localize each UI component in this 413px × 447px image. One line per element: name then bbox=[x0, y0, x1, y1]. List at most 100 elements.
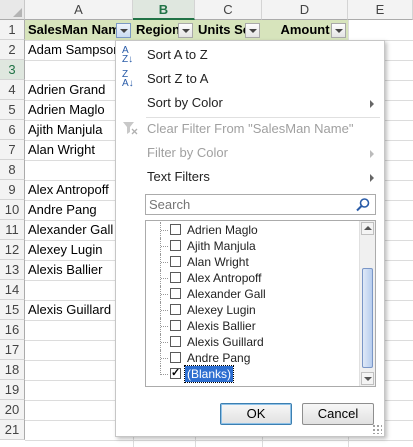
list-item[interactable]: Alexey Lugin bbox=[146, 302, 359, 318]
row-header-20[interactable]: 20 bbox=[0, 400, 25, 420]
checkbox[interactable] bbox=[170, 256, 181, 267]
row-header-9[interactable]: 9 bbox=[0, 180, 25, 200]
list-item-label: Ajith Manjula bbox=[187, 239, 256, 253]
ok-button[interactable]: OK bbox=[220, 403, 292, 425]
gridline bbox=[25, 440, 413, 441]
filter-dropdown-units-sold[interactable] bbox=[245, 23, 260, 38]
filter-value-list: Adrien Maglo Ajith Manjula Alan Wright A… bbox=[145, 220, 376, 387]
row-header-1[interactable]: 1 bbox=[0, 20, 25, 40]
list-item-label: Adrien Maglo bbox=[187, 223, 258, 237]
checkbox[interactable] bbox=[170, 336, 181, 347]
tree-line bbox=[160, 254, 169, 270]
row-header-21[interactable]: 21 bbox=[0, 420, 25, 440]
checkbox[interactable] bbox=[170, 240, 181, 251]
filter-dropdown-salesman-name[interactable] bbox=[116, 23, 131, 38]
filter-dropdown-amount[interactable] bbox=[331, 23, 346, 38]
clear-filter-item[interactable]: Clear Filter From "SalesMan Name" bbox=[116, 117, 384, 141]
sort-descending-icon: Z A↓ bbox=[122, 69, 134, 89]
list-item[interactable]: Adrien Maglo bbox=[146, 222, 359, 238]
row-header-16[interactable]: 16 bbox=[0, 320, 25, 340]
row-header-6[interactable]: 6 bbox=[0, 120, 25, 140]
list-item[interactable]: Alexis Ballier bbox=[146, 318, 359, 334]
column-header-c[interactable]: C bbox=[195, 0, 262, 20]
scroll-thumb[interactable] bbox=[362, 268, 373, 368]
tree-line bbox=[160, 302, 169, 318]
list-item-label: Alexis Ballier bbox=[187, 319, 256, 333]
row-header-5[interactable]: 5 bbox=[0, 100, 25, 120]
tree-line bbox=[160, 318, 169, 334]
list-item-label: Andre Pang bbox=[187, 351, 251, 365]
checkbox[interactable] bbox=[170, 272, 181, 283]
magnifier-icon[interactable] bbox=[355, 197, 371, 213]
sort-a-to-z-label: Sort A to Z bbox=[147, 47, 208, 62]
list-item[interactable]: Ajith Manjula bbox=[146, 238, 359, 254]
filter-by-color-item[interactable]: Filter by Color bbox=[116, 141, 384, 165]
scroll-down-arrow-icon[interactable] bbox=[361, 372, 374, 385]
checkbox-checked[interactable]: ✓ bbox=[170, 368, 181, 379]
column-header-e[interactable]: E bbox=[348, 0, 413, 20]
checkbox[interactable] bbox=[170, 224, 181, 235]
row-header-14[interactable]: 14 bbox=[0, 280, 25, 300]
column-header-a[interactable]: A bbox=[25, 0, 133, 20]
tree-line bbox=[160, 286, 169, 302]
row-header-4[interactable]: 4 bbox=[0, 80, 25, 100]
tree-line bbox=[160, 270, 169, 286]
checkbox[interactable] bbox=[170, 304, 181, 315]
row-header-10[interactable]: 10 bbox=[0, 200, 25, 220]
row-header-11[interactable]: 11 bbox=[0, 220, 25, 240]
list-item-label: Alex Antropoff bbox=[187, 271, 262, 285]
filter-by-color-label: Filter by Color bbox=[147, 145, 228, 160]
checkbox[interactable] bbox=[170, 320, 181, 331]
scroll-up-arrow-icon[interactable] bbox=[361, 222, 374, 235]
row-header-15[interactable]: 15 bbox=[0, 300, 25, 320]
list-item-label: Alexander Gall bbox=[187, 287, 266, 301]
column-header-d[interactable]: D bbox=[262, 0, 348, 20]
resize-grip-icon[interactable] bbox=[372, 424, 382, 434]
list-item-label: Alexey Lugin bbox=[187, 303, 256, 317]
sort-by-color-item[interactable]: Sort by Color bbox=[116, 91, 384, 115]
checkbox[interactable] bbox=[170, 288, 181, 299]
row-header-19[interactable]: 19 bbox=[0, 380, 25, 400]
row-header-12[interactable]: 12 bbox=[0, 240, 25, 260]
submenu-arrow-icon bbox=[370, 150, 374, 158]
row-header-2[interactable]: 2 bbox=[0, 40, 25, 60]
autofilter-menu: A Z↓ Sort A to Z Z A↓ Sort Z to A Sort by … bbox=[115, 40, 385, 437]
text-filters-label: Text Filters bbox=[147, 169, 210, 184]
row-header-3[interactable]: 3 bbox=[0, 60, 25, 80]
text-filters-item[interactable]: Text Filters bbox=[116, 165, 384, 189]
clear-filter-label: Clear Filter From "SalesMan Name" bbox=[147, 121, 354, 136]
row-header-7[interactable]: 7 bbox=[0, 140, 25, 160]
submenu-arrow-icon bbox=[370, 174, 374, 182]
row-header-13[interactable]: 13 bbox=[0, 260, 25, 280]
row-header-8[interactable]: 8 bbox=[0, 160, 25, 180]
filter-search-box[interactable] bbox=[145, 194, 376, 215]
row-header-18[interactable]: 18 bbox=[0, 360, 25, 380]
list-item[interactable]: Alan Wright bbox=[146, 254, 359, 270]
list-item[interactable]: Alex Antropoff bbox=[146, 270, 359, 286]
clear-filter-icon bbox=[122, 120, 140, 138]
select-all-corner[interactable] bbox=[0, 0, 25, 20]
filter-search-input[interactable] bbox=[149, 196, 349, 213]
column-header-b[interactable]: B bbox=[133, 0, 195, 20]
list-item[interactable]: Alexis Guillard bbox=[146, 334, 359, 350]
sort-z-to-a-label: Sort Z to A bbox=[147, 71, 209, 86]
filter-dropdown-region[interactable] bbox=[178, 23, 193, 38]
tree-line bbox=[160, 222, 169, 238]
cancel-button[interactable]: Cancel bbox=[302, 403, 374, 425]
list-item-blanks[interactable]: ✓ (Blanks) bbox=[146, 365, 359, 383]
sort-z-to-a-item[interactable]: Z A↓ Sort Z to A bbox=[116, 67, 384, 91]
tree-line bbox=[160, 334, 169, 350]
list-item-label: Alexis Guillard bbox=[187, 335, 264, 349]
sort-by-color-label: Sort by Color bbox=[147, 95, 223, 110]
list-item-label: (Blanks) bbox=[183, 365, 235, 383]
list-item-label: Alan Wright bbox=[187, 255, 249, 269]
tree-line bbox=[160, 350, 169, 366]
tree-line bbox=[160, 366, 169, 375]
row-header-17[interactable]: 17 bbox=[0, 340, 25, 360]
list-item[interactable]: Alexander Gall bbox=[146, 286, 359, 302]
sort-a-to-z-item[interactable]: A Z↓ Sort A to Z bbox=[116, 43, 384, 67]
sort-ascending-icon: A Z↓ bbox=[122, 45, 134, 65]
list-scrollbar[interactable] bbox=[359, 221, 375, 386]
checkbox[interactable] bbox=[170, 352, 181, 363]
list-item[interactable]: Andre Pang bbox=[146, 350, 359, 366]
